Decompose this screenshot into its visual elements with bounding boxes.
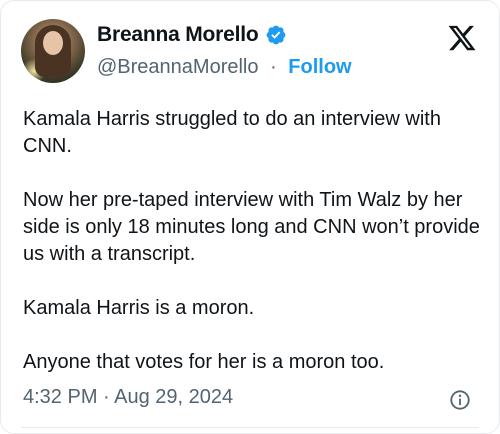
tweet-paragraph: Kamala Harris is a moron. xyxy=(23,297,255,319)
tweet-card: Breanna Morello @BreannaMorello · Follow… xyxy=(0,0,500,434)
separator-dot: · xyxy=(270,56,277,78)
avatar-face xyxy=(43,31,63,55)
tweet-paragraph: Kamala Harris struggled to do an intervi… xyxy=(23,108,441,157)
tweet-text: Kamala Harris struggled to do an intervi… xyxy=(23,106,481,403)
author-name[interactable]: Breanna Morello xyxy=(97,23,259,47)
info-icon[interactable] xyxy=(449,389,471,411)
follow-button[interactable]: Follow xyxy=(288,56,351,78)
divider xyxy=(21,427,479,428)
verified-badge-icon xyxy=(265,24,287,46)
x-logo-icon[interactable] xyxy=(447,23,477,53)
author-handle-row: @BreannaMorello · Follow xyxy=(97,56,352,79)
author-name-row: Breanna Morello xyxy=(97,23,287,47)
tweet-paragraph: Anyone that votes for her is a moron too… xyxy=(23,351,385,373)
author-handle[interactable]: @BreannaMorello xyxy=(97,56,259,78)
tweet-timestamp[interactable]: 4:32 PM · Aug 29, 2024 xyxy=(23,386,233,409)
tweet-paragraph: Now her pre-taped interview with Tim Wal… xyxy=(23,189,480,265)
avatar[interactable] xyxy=(21,19,85,83)
